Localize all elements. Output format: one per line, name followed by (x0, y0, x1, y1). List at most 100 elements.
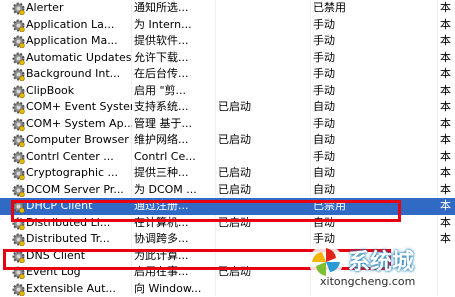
service-logon: 本 (440, 198, 455, 215)
gear-icon (12, 151, 25, 164)
service-row[interactable]: DCOM Server Pr...为 DCOM ...已启动自动本 (0, 182, 455, 199)
service-name: Extensible Aut... (26, 281, 132, 297)
service-name: Cryptographic ... (26, 165, 132, 182)
service-name-cell: Application Ma... (8, 33, 132, 50)
service-logon: 本 (440, 165, 455, 182)
service-status (218, 66, 310, 83)
service-name: Application La... (26, 17, 132, 34)
service-startup-type: 自动 (313, 99, 437, 116)
watermark-url: xitongcheng.com (320, 275, 415, 288)
service-status (218, 83, 310, 100)
service-description: 通知所选... (134, 0, 214, 17)
service-description: 维护网络... (134, 132, 214, 149)
service-name-cell: COM+ System Ap... (8, 116, 132, 133)
service-row[interactable]: Application Ma...提供软件... 手动本 (0, 33, 455, 50)
service-row[interactable]: Contrl Center ...Contrl Ce...手动本 (0, 149, 455, 166)
service-description: 向 Window... (134, 281, 214, 297)
gear-icon (12, 68, 25, 81)
service-logon: 本 (440, 116, 455, 133)
service-name-cell: Alerter (8, 0, 132, 17)
service-name: Application Ma... (26, 33, 132, 50)
service-status (218, 116, 310, 133)
service-name: Background Int... (26, 66, 132, 83)
watermark: 系统城 xitongcheng.com (302, 244, 455, 296)
service-status: 已启动 (218, 165, 310, 182)
service-description: 管理 基于... (134, 116, 214, 133)
service-name: Computer Browser (26, 132, 132, 149)
service-startup-type: 手动 (313, 33, 437, 50)
service-startup-type: 手动 (313, 149, 437, 166)
service-startup-type: 手动 (313, 17, 437, 34)
service-logon: 本 (440, 132, 455, 149)
service-row[interactable]: Computer Browser维护网络...已启动自动本 (0, 132, 455, 149)
service-logon: 本 (440, 50, 455, 67)
gear-icon (12, 52, 25, 65)
service-status: 已启动 (218, 99, 310, 116)
service-description: 允许下载... (134, 50, 214, 67)
service-row[interactable]: Alerter通知所选... 已禁用本 (0, 0, 455, 17)
service-description: 提供软件... (134, 33, 214, 50)
watermark-brand: 系统城 (348, 244, 414, 276)
service-status (218, 50, 310, 67)
service-description: 提供三种... (134, 165, 214, 182)
service-name: COM+ System Ap... (26, 116, 132, 133)
service-name: Alerter (26, 0, 132, 17)
gear-icon (12, 101, 25, 114)
service-logon: 本 (440, 99, 455, 116)
service-row[interactable]: Cryptographic ...提供三种...已启动自动本 (0, 165, 455, 182)
service-name-cell: Automatic Updates (8, 50, 132, 67)
gear-icon (12, 233, 25, 246)
service-logon: 本 (440, 182, 455, 199)
service-status (218, 149, 310, 166)
service-name-cell: Contrl Center ... (8, 149, 132, 166)
service-description: Contrl Ce... (134, 149, 214, 166)
service-name: Distributed Tr... (26, 231, 132, 248)
service-startup-type: 手动 (313, 83, 437, 100)
service-name-cell: DCOM Server Pr... (8, 182, 132, 199)
gear-icon (12, 184, 25, 197)
service-name-cell: Computer Browser (8, 132, 132, 149)
service-logon: 本 (440, 0, 455, 17)
service-name-cell: ClipBook (8, 83, 132, 100)
service-row[interactable]: ClipBook启用 "剪... 手动本 (0, 83, 455, 100)
service-logon: 本 (440, 215, 455, 232)
service-name-cell: Application La... (8, 17, 132, 34)
service-name: ClipBook (26, 83, 132, 100)
service-logon: 本 (440, 33, 455, 50)
service-name: Automatic Updates (26, 50, 132, 67)
service-name-cell: Extensible Aut... (8, 281, 132, 297)
service-name: Contrl Center ... (26, 149, 132, 166)
service-status (218, 33, 310, 50)
service-description: 为 DCOM ... (134, 182, 214, 199)
service-row[interactable]: Background Int...在后台传... 手动本 (0, 66, 455, 83)
service-startup-type: 手动 (313, 50, 437, 67)
service-startup-type: 手动 (313, 66, 437, 83)
service-status: 已启动 (218, 132, 310, 149)
service-logon: 本 (440, 83, 455, 100)
service-row[interactable]: Automatic Updates允许下载... 手动本 (0, 50, 455, 67)
service-name-cell: Cryptographic ... (8, 165, 132, 182)
gear-icon (12, 167, 25, 180)
service-status (218, 17, 310, 34)
service-startup-type: 手动 (313, 116, 437, 133)
service-row[interactable]: COM+ Event System支持系统...已启动自动本 (0, 99, 455, 116)
service-row[interactable]: COM+ System Ap...管理 基于... 手动本 (0, 116, 455, 133)
service-status (218, 0, 310, 17)
service-description: 启用 "剪... (134, 83, 214, 100)
service-startup-type: 已禁用 (313, 0, 437, 17)
gear-icon (12, 2, 25, 15)
gear-icon (12, 134, 25, 147)
service-startup-type: 自动 (313, 132, 437, 149)
service-row[interactable]: Application La...为 Intern... 手动本 (0, 17, 455, 34)
service-description: 为 Intern... (134, 17, 214, 34)
service-name: COM+ Event System (26, 99, 132, 116)
gear-icon (12, 283, 25, 296)
service-description: 在后台传... (134, 66, 214, 83)
service-startup-type: 自动 (313, 182, 437, 199)
service-status (218, 231, 310, 248)
highlight-box-dhcp (11, 200, 401, 222)
service-logon: 本 (440, 17, 455, 34)
service-logon: 本 (440, 66, 455, 83)
service-startup-type: 自动 (313, 165, 437, 182)
service-description: 支持系统... (134, 99, 214, 116)
